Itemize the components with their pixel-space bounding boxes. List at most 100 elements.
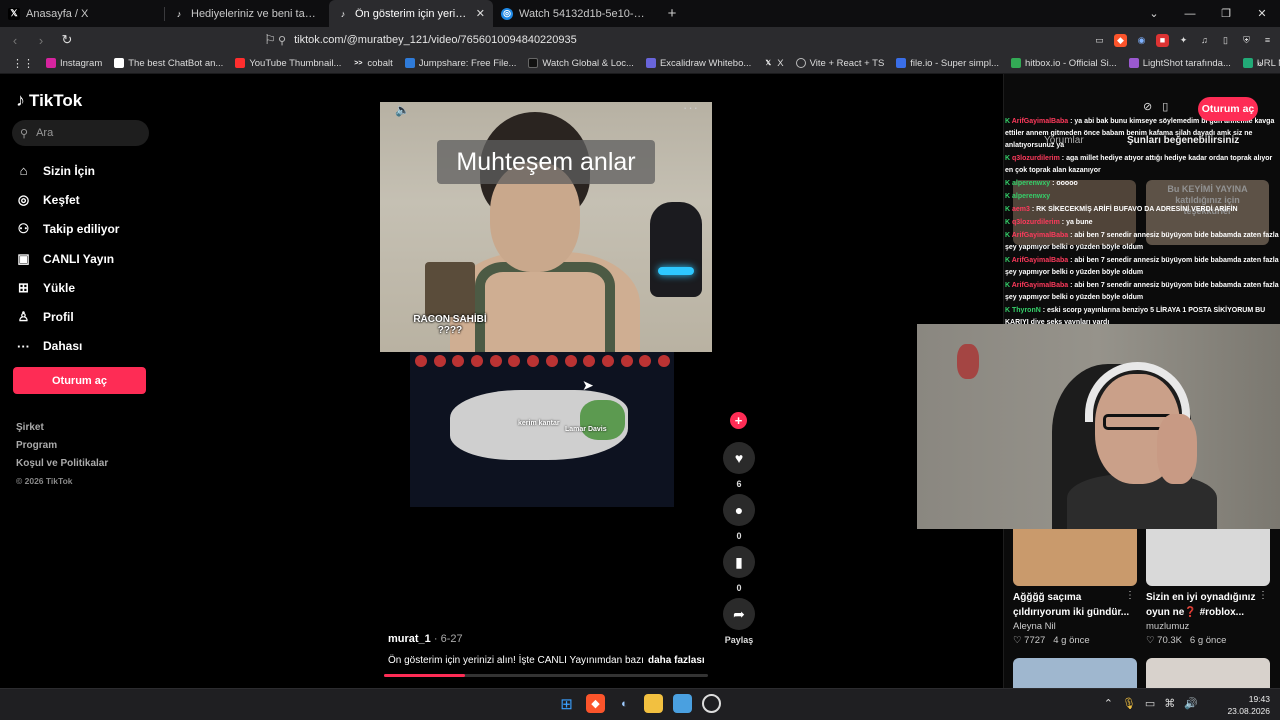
bookmark-item[interactable]: Jumpshare: Free File...: [399, 58, 523, 69]
bookmark-item[interactable]: 𝕏X: [757, 58, 789, 69]
video-author[interactable]: murat_1 · 6-27: [388, 633, 463, 645]
extension-red-icon[interactable]: ■: [1156, 33, 1169, 47]
more-options-icon[interactable]: ···: [683, 100, 699, 115]
maximize-icon[interactable]: ❐: [1208, 7, 1244, 20]
footer-link-terms[interactable]: Koşul ve Politikalar: [16, 458, 108, 476]
minimize-icon[interactable]: —: [1172, 8, 1208, 20]
menu-icon[interactable]: ≡: [1261, 34, 1274, 47]
rec-age: 4 g önce: [1053, 635, 1090, 646]
microphone-icon[interactable]: 🎙: [1122, 697, 1136, 710]
like-action[interactable]: ♥ 6: [722, 442, 756, 489]
obs-icon[interactable]: [702, 694, 721, 713]
reload-icon[interactable]: ↻: [56, 32, 78, 48]
tiktok-logo[interactable]: ♪ TikTok: [16, 90, 82, 111]
kebab-icon[interactable]: ⋮: [1125, 590, 1135, 601]
rec-card[interactable]: Sizin en iyi oynadığınız oyun ne❓ #roblo…: [1146, 529, 1270, 646]
tab-tiktok-active[interactable]: ♪ Ön gösterim için yerinizi alın! İşte ✕: [329, 0, 493, 27]
cast-icon[interactable]: ▭: [1093, 34, 1106, 47]
bookmark-item[interactable]: hitbox.io - Official Si...: [1005, 58, 1123, 69]
photos-icon[interactable]: [673, 694, 692, 713]
bookmark-item[interactable]: Vite + React + TS: [790, 58, 891, 69]
rec-card[interactable]: Ağğğğ saçıma çıldırıyorum iki gündür... …: [1013, 529, 1137, 646]
tab-x-home[interactable]: 𝕏 Anasayfa / X: [0, 0, 164, 27]
login-button[interactable]: Oturum aç: [13, 367, 146, 394]
chat-message: K alperenwxy: [1005, 191, 1280, 203]
sidebar-item-profile[interactable]: ♙ Profil: [16, 302, 119, 331]
wall-decoration: [957, 344, 979, 379]
rec-thumb[interactable]: [1013, 658, 1137, 688]
search-icon: ⚲: [20, 127, 29, 140]
sidebar-item-explore[interactable]: ◎ Keşfet: [16, 185, 119, 214]
brave-browser-icon[interactable]: ◆: [586, 694, 605, 713]
read-more-link[interactable]: daha fazlası: [648, 655, 705, 666]
steam-icon[interactable]: ◐: [615, 694, 634, 713]
bookmark-item[interactable]: >> cobalt: [347, 58, 398, 69]
forward-icon[interactable]: ›: [30, 33, 52, 48]
extension-blue-icon[interactable]: ◉: [1135, 34, 1148, 47]
new-tab-button[interactable]: +: [657, 5, 687, 22]
bookmark-item[interactable]: file.io - Super simpl...: [890, 58, 1005, 69]
footer-link-program[interactable]: Program: [16, 440, 108, 458]
bookmark-item[interactable]: LightShot tarafında...: [1123, 58, 1237, 69]
tab-tiktok-gifts[interactable]: ♪ Hediyeleriniz ve beni takdir ettiğiniz…: [165, 0, 329, 27]
sidebar-item-for-you[interactable]: ⌂ Sizin İçin: [16, 156, 119, 185]
video-date: · 6-27: [430, 633, 463, 645]
bookmark-item[interactable]: Excalidraw Whitebo...: [640, 58, 757, 69]
clock-date: 23.08.2026: [1227, 706, 1270, 716]
search-input[interactable]: ⚲ Ara: [12, 120, 149, 146]
sidebar-item-following[interactable]: ⚇ Takip ediliyor: [16, 215, 120, 244]
display-icon[interactable]: ▭: [1145, 697, 1155, 710]
footer-link-company[interactable]: Şirket: [16, 422, 108, 440]
music-icon[interactable]: ♫: [1198, 34, 1211, 47]
share-action[interactable]: ➦ Paylaş: [722, 598, 756, 645]
tray-chevron-icon[interactable]: ⌃: [1104, 697, 1113, 710]
close-tab-icon[interactable]: ✕: [476, 7, 485, 20]
header-login-button[interactable]: Oturum aç: [1198, 97, 1258, 121]
phone-icon[interactable]: ▯: [1162, 100, 1168, 113]
sidebar-item-label: CANLI Yayın: [43, 251, 115, 266]
site-info-icon[interactable]: ⚲: [278, 34, 286, 47]
video-overlay-title: Muhteşem anlar: [437, 140, 655, 184]
kebab-icon[interactable]: ⋮: [1258, 590, 1268, 601]
file-explorer-icon[interactable]: [644, 694, 663, 713]
lightshot-icon: [1128, 58, 1139, 68]
comment-action[interactable]: ● 0: [722, 494, 756, 541]
network-icon[interactable]: ⌘: [1164, 697, 1175, 710]
puzzle-icon[interactable]: ✦: [1177, 34, 1190, 47]
bookmark-item[interactable]: YouTube Thumbnail...: [229, 58, 347, 69]
bookmark-label: Vite + React + TS: [809, 57, 885, 69]
racon-label: RACON SAHİBİ: [413, 314, 487, 325]
sidebar-item-more[interactable]: ··· Dahası: [16, 332, 119, 361]
chat-username: ArifGayimalBaba: [1011, 257, 1069, 264]
follow-plus-icon[interactable]: +: [730, 412, 747, 429]
save-action[interactable]: ▮ 0: [722, 546, 756, 593]
player-avatar: [657, 355, 670, 367]
share-label: Paylaş: [724, 635, 754, 645]
bookmark-item[interactable]: The best ChatBot an...: [108, 58, 229, 69]
bookmark-item[interactable]: Watch Global & Loc...: [522, 58, 640, 69]
tab-list-icon[interactable]: ⌄: [1136, 7, 1172, 20]
sidebar-item-upload[interactable]: ⊞ Yükle: [16, 273, 119, 302]
tab-watch[interactable]: ◎ Watch 54132d1b-5e10-4960-8f2f-37: [493, 0, 657, 27]
clock-time: 19:43: [1248, 694, 1270, 704]
windows-start-icon[interactable]: ⊞: [557, 694, 576, 713]
coin-icon[interactable]: ⊘: [1143, 100, 1152, 113]
sidebar-item-live[interactable]: ▣ CANLI Yayın: [16, 244, 119, 273]
url-field[interactable]: ⚲ tiktok.com/@muratbey_121/video/7656010…: [278, 31, 978, 49]
video-player[interactable]: Muhteşem anlar RACON SAHİBİ????: [380, 102, 712, 352]
video-person-tanktop: [475, 262, 615, 352]
close-window-icon[interactable]: ✕: [1244, 7, 1280, 20]
sidebar-icon[interactable]: ▯: [1219, 34, 1232, 47]
more-bookmarks-icon[interactable]: »: [1251, 58, 1268, 69]
volume-icon[interactable]: 🔈: [395, 103, 410, 117]
back-icon[interactable]: ‹: [4, 33, 26, 48]
chat-message: K aem3 : RK SİKECEKMİŞ ARİFİ BUFAVO DA A…: [1005, 204, 1280, 216]
volume-icon[interactable]: 🔊: [1184, 697, 1198, 710]
apps-icon[interactable]: ⋮⋮: [6, 57, 40, 70]
rec-thumb[interactable]: [1146, 658, 1270, 688]
brave-shield-icon[interactable]: ◆: [1114, 33, 1127, 47]
vpn-icon[interactable]: ⛨: [1240, 34, 1253, 47]
video-progress-bar[interactable]: [384, 674, 708, 677]
clock[interactable]: 19:43 23.08.2026: [1227, 693, 1270, 717]
bookmark-item[interactable]: Instagram: [40, 58, 108, 69]
